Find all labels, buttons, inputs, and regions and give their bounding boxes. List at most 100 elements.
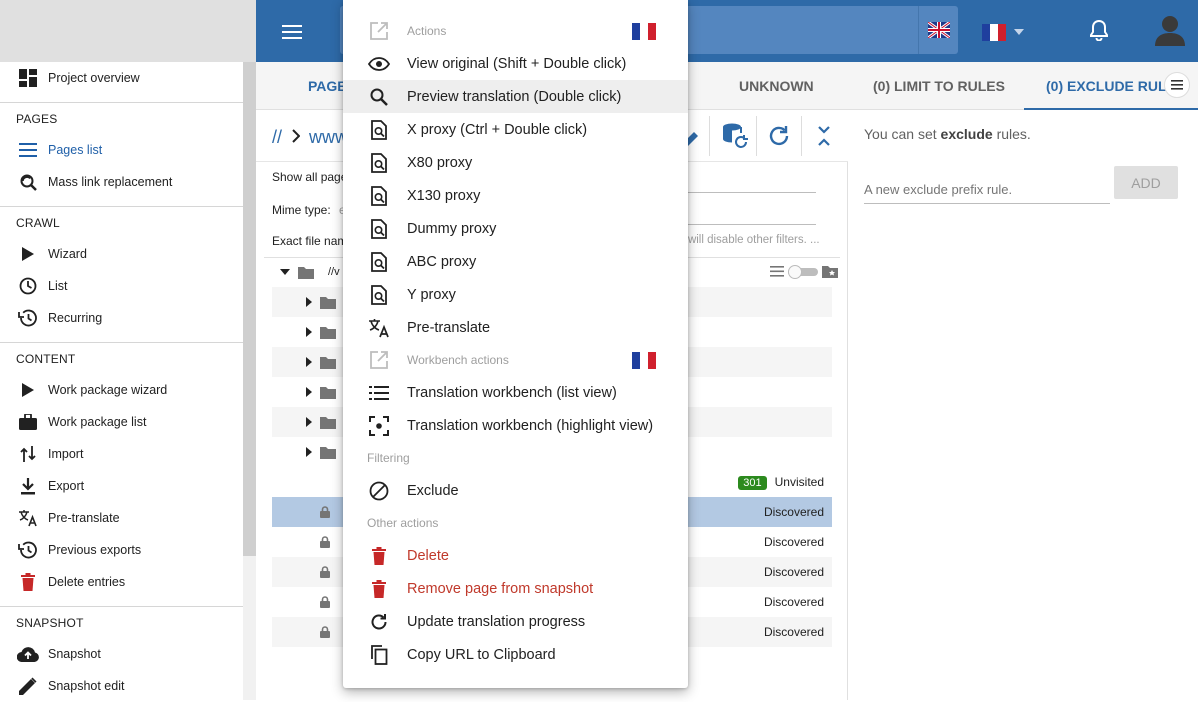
toggle-switch[interactable]	[786, 265, 820, 279]
sidebar-item-import[interactable]: Import	[0, 438, 243, 470]
menu-item-x80-proxy[interactable]: X80 proxy	[343, 146, 688, 179]
sidebar-item-previous-exports[interactable]: Previous exports	[0, 534, 243, 566]
tab-unknown[interactable]: UNKNOWN	[739, 62, 814, 110]
menu-item-workbench-list[interactable]: Translation workbench (list view)	[343, 376, 688, 409]
menu-item-abc-proxy[interactable]: ABC proxy	[343, 245, 688, 278]
menu-item-copy-url[interactable]: Copy URL to Clipboard	[343, 638, 688, 671]
tab-limit-to-rules[interactable]: (0) LIMIT TO RULES	[873, 62, 1005, 110]
exclude-rule-input[interactable]: A new exclude prefix rule.	[864, 172, 1110, 204]
menu-header-workbench: Workbench actions	[343, 345, 688, 375]
exclude-rules-info: You can set exclude rules.	[864, 126, 1031, 142]
sidebar-item-recurring[interactable]: Recurring	[0, 302, 243, 334]
sidebar-scrollbar-track	[243, 556, 256, 700]
caret-right-icon[interactable]	[306, 297, 312, 307]
menu-item-pre-translate[interactable]: Pre-translate	[343, 311, 688, 344]
menu-item-preview-translation[interactable]: Preview translation (Double click)	[343, 80, 688, 113]
menu-item-delete[interactable]: Delete	[343, 539, 688, 572]
caret-right-icon[interactable]	[306, 447, 312, 457]
find-replace-icon	[0, 173, 48, 191]
menu-item-x130-proxy[interactable]: X130 proxy	[343, 179, 688, 212]
add-rule-button[interactable]: ADD	[1114, 166, 1178, 199]
exact-file-name-label: Exact file nam	[272, 234, 348, 248]
history-icon	[0, 541, 48, 559]
sidebar-item-pre-translate[interactable]: Pre-translate	[0, 502, 243, 534]
eye-icon	[343, 56, 407, 71]
bell-icon[interactable]	[1083, 14, 1115, 46]
trash-icon	[0, 573, 48, 591]
sidebar-item-work-package-wizard[interactable]: Work package wizard	[0, 374, 243, 406]
breadcrumb-root[interactable]: //	[272, 127, 282, 148]
folder-star-icon[interactable]	[822, 265, 838, 278]
lock-icon	[320, 626, 330, 638]
history-icon	[0, 309, 48, 327]
exact-file-name-hint: y will disable other filters. ...	[679, 234, 820, 246]
menu-item-remove-from-snapshot[interactable]: Remove page from snapshot	[343, 572, 688, 605]
uk-flag-icon[interactable]	[918, 6, 958, 54]
menu-header-actions: Actions	[343, 16, 688, 46]
divider	[756, 116, 757, 156]
menu-item-y-proxy[interactable]: Y proxy	[343, 278, 688, 311]
lock-icon	[320, 536, 330, 548]
translate-icon	[343, 318, 407, 338]
sidebar-item-mass-link-replacement[interactable]: Mass link replacement	[0, 166, 243, 198]
status-cell: Discovered	[763, 625, 824, 639]
sidebar-item-snapshot[interactable]: Snapshot	[0, 638, 243, 670]
import-icon	[0, 445, 48, 463]
sidebar-item-work-package-list[interactable]: Work package list	[0, 406, 243, 438]
sidebar-item-pages-list[interactable]: Pages list	[0, 134, 243, 166]
menu-item-update-progress[interactable]: Update translation progress	[343, 605, 688, 638]
proxy-icon	[343, 185, 407, 206]
sidebar-item-export[interactable]: Export	[0, 470, 243, 502]
show-all-pages[interactable]: Show all page	[272, 170, 347, 184]
caret-right-icon[interactable]	[306, 327, 312, 337]
refresh-icon[interactable]	[767, 124, 791, 148]
tab-exclude-rules[interactable]: (0) EXCLUDE RULE	[1046, 62, 1176, 110]
sidebar-item-delete-entries[interactable]: Delete entries	[0, 566, 243, 598]
collapse-icon[interactable]	[817, 125, 831, 147]
divider	[709, 116, 710, 156]
status-cell: Discovered	[763, 565, 824, 579]
proxy-icon	[343, 284, 407, 305]
sidebar-scrollbar[interactable]	[243, 62, 256, 556]
sidebar-item-snapshot-edit[interactable]: Snapshot edit	[0, 670, 243, 702]
proxy-icon	[343, 251, 407, 272]
section-header-pages: PAGES	[16, 112, 58, 126]
menu-item-exclude[interactable]: Exclude	[343, 474, 688, 507]
proxy-icon	[343, 218, 407, 239]
sidebar-item-list[interactable]: List	[0, 270, 243, 302]
folder-icon	[320, 326, 336, 339]
status-cell: 301 Unvisited	[738, 475, 824, 490]
menu-item-x-proxy[interactable]: X proxy (Ctrl + Double click)	[343, 113, 688, 146]
caret-right-icon[interactable]	[306, 387, 312, 397]
menu-icon[interactable]	[272, 12, 312, 52]
caret-right-icon[interactable]	[306, 357, 312, 367]
sidebar-item-project-overview[interactable]: Project overview	[0, 62, 243, 94]
caret-down-icon[interactable]	[280, 269, 290, 275]
folder-icon	[320, 446, 336, 459]
briefcase-icon	[0, 414, 48, 430]
tab-indicator	[1024, 108, 1198, 110]
trash-icon	[343, 546, 407, 565]
list-icon	[343, 385, 407, 401]
cloud-upload-icon	[0, 646, 48, 662]
sidebar-item-wizard[interactable]: Wizard	[0, 238, 243, 270]
menu-item-view-original[interactable]: View original (Shift + Double click)	[343, 47, 688, 80]
language-selector[interactable]	[982, 16, 1042, 48]
caret-right-icon[interactable]	[306, 417, 312, 427]
block-icon	[343, 481, 407, 501]
tab-pages[interactable]: PAGE	[308, 62, 347, 110]
trash-icon	[343, 579, 407, 598]
dashboard-icon	[0, 69, 48, 87]
folder-icon	[320, 296, 336, 309]
sidebar: Project overview PAGES Pages list Mass l…	[0, 62, 243, 700]
menu-item-dummy-proxy[interactable]: Dummy proxy	[343, 212, 688, 245]
open-external-icon	[343, 351, 407, 369]
database-refresh-icon[interactable]	[722, 123, 748, 149]
tab-menu-icon[interactable]	[1164, 72, 1190, 98]
menu-item-workbench-highlight[interactable]: Translation workbench (highlight view)	[343, 409, 688, 442]
list-icon	[0, 143, 48, 157]
fr-flag-icon	[632, 22, 656, 40]
section-header-crawl: CRAWL	[16, 216, 60, 230]
avatar[interactable]	[1150, 10, 1190, 50]
list-icon[interactable]	[770, 266, 784, 277]
